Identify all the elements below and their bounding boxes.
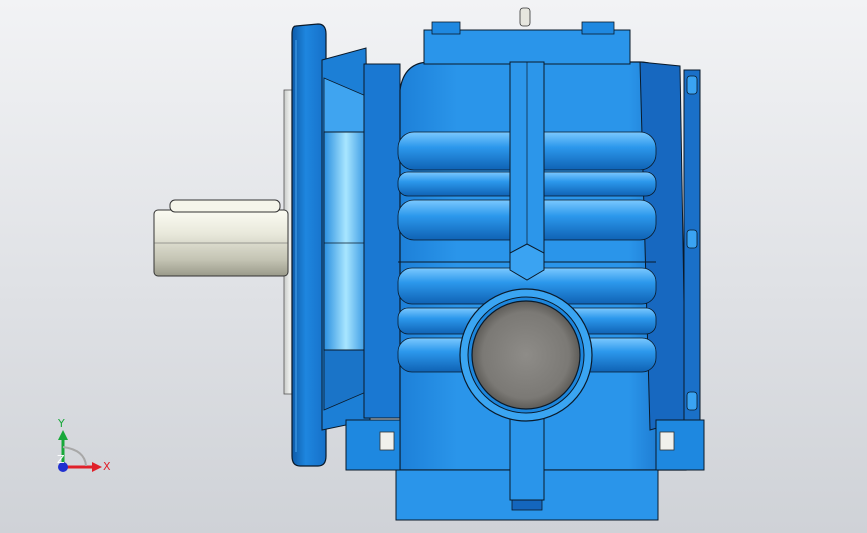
triad-z-label: Z (57, 453, 65, 466)
coordinate-triad: Y X Z (57, 417, 111, 473)
output-shaft[interactable] (153, 199, 289, 277)
triad-y-label: Y (57, 417, 65, 430)
x-axis-arrow-icon (92, 462, 102, 472)
graphics-viewport[interactable]: Y X Z (0, 0, 867, 533)
y-axis-arrow-icon (58, 430, 68, 440)
input-bore[interactable] (459, 288, 593, 422)
triad-arc (62, 446, 87, 467)
top-boss (423, 29, 631, 65)
model-canvas[interactable]: Y X Z (0, 0, 867, 533)
triad-x-label: X (103, 460, 111, 473)
mounting-flange[interactable] (291, 23, 327, 467)
breather-plug (519, 7, 531, 27)
bearing-collar (323, 131, 369, 351)
